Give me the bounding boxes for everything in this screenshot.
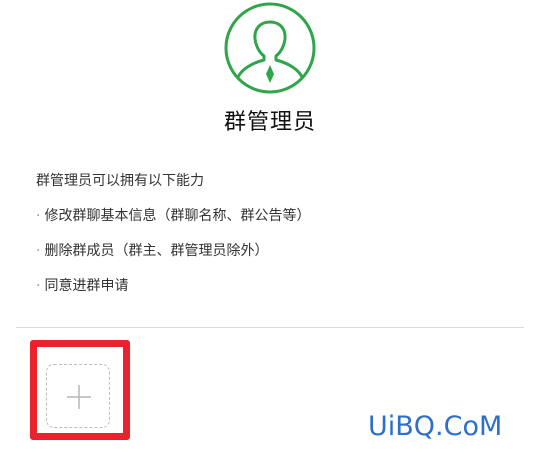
add-admin-button[interactable] bbox=[46, 364, 110, 428]
permission-item: · 同意进群申请 bbox=[36, 276, 128, 296]
permissions-intro: 群管理员可以拥有以下能力 bbox=[36, 173, 204, 189]
bullet: · bbox=[36, 208, 41, 224]
permission-text: 修改群聊基本信息（群聊名称、群公告等） bbox=[44, 208, 311, 224]
watermark: UiBQ.CoM bbox=[368, 411, 503, 442]
page-title: 群管理员 bbox=[223, 110, 316, 135]
bullet: · bbox=[36, 278, 41, 294]
section-divider bbox=[16, 327, 524, 328]
permission-item: · 删除群成员（群主、群管理员除外） bbox=[36, 241, 268, 261]
plus-icon bbox=[67, 385, 91, 409]
admin-settings-page: 群管理员 群管理员可以拥有以下能力 · 修改群聊基本信息（群聊名称、群公告等） ·… bbox=[0, 0, 540, 453]
bullet: · bbox=[36, 243, 41, 259]
permission-item: · 修改群聊基本信息（群聊名称、群公告等） bbox=[36, 206, 310, 226]
permission-text: 删除群成员（群主、群管理员除外） bbox=[44, 243, 269, 259]
permission-text: 同意进群申请 bbox=[44, 278, 129, 294]
admin-avatar-icon bbox=[222, 2, 318, 98]
